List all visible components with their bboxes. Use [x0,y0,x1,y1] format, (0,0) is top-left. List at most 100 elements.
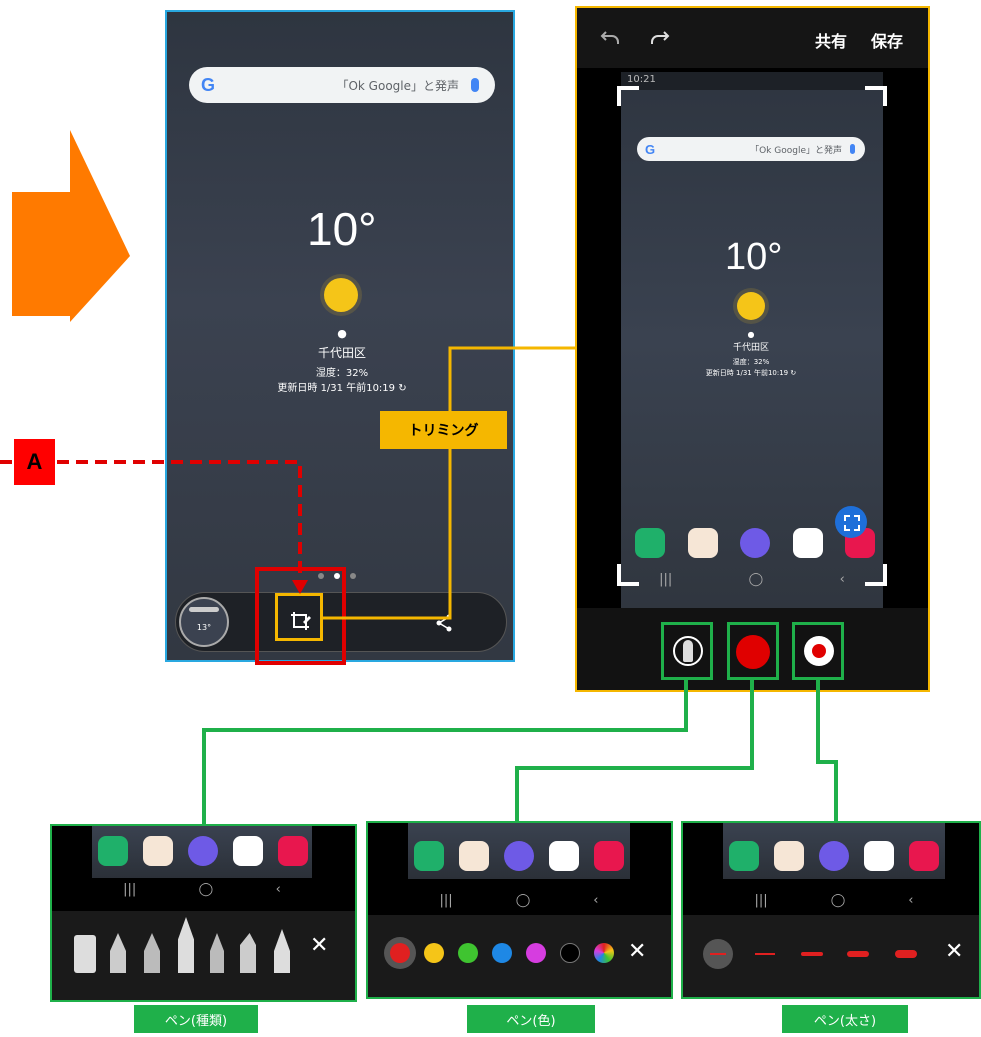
humidity: 湿度：32% [315,368,369,379]
pen-size-tool[interactable] [792,622,844,680]
location: 千代田区 [317,346,366,360]
color-palette-icon[interactable] [594,943,614,963]
play-store-icon [864,841,894,871]
green-connector-pen-color [515,680,754,822]
share-icon[interactable] [434,613,454,633]
trimming-label: トリミング [380,411,507,449]
internet-app-icon [819,841,849,871]
play-store-icon [233,836,263,866]
marker-icon[interactable] [240,933,256,973]
pen-size-panel-nav: ||| ◯ ‹ [723,893,945,908]
redo-icon[interactable] [647,26,671,50]
temperature: 10° [307,203,377,255]
share-button[interactable]: 共有 [815,28,847,52]
callout-a-label: A [14,439,55,485]
color-black[interactable] [560,943,580,963]
location-pin-icon: ● [337,327,347,340]
size-s[interactable] [755,953,775,955]
recent-apps-icon: ||| [123,882,137,897]
size-xl[interactable] [895,950,917,958]
green-connector-pen-size [816,680,838,822]
screenshot-thumbnail[interactable]: 13° [179,597,229,647]
au-mail-app-icon [143,836,173,866]
brush-pen-icon[interactable] [178,917,194,973]
pen-size-icon [804,636,834,666]
updated-time: 更新日時 1/31 午前10:19 ↻ [277,383,407,394]
size-m[interactable] [801,952,823,956]
close-icon[interactable]: ✕ [628,939,646,964]
color-blue[interactable] [492,943,512,963]
screenshot-editor: 共有 保存 10:21 G 「Ok Google」と発声 10° ● 千代田区 … [575,6,930,692]
pen-size-panel-preview [723,823,945,879]
recent-apps-icon: ||| [439,893,453,908]
color-purple[interactable] [526,943,546,963]
orange-arrow-shape [12,130,130,322]
color-yellow[interactable] [424,943,444,963]
pencil-icon[interactable] [210,933,224,973]
close-icon[interactable]: ✕ [310,933,328,958]
phone-app-icon [98,836,128,866]
pen-size-dot [812,644,826,658]
search-hint: 「Ok Google」と発声 [336,78,459,93]
sun-icon [324,278,358,312]
save-button[interactable]: 保存 [871,28,903,52]
color-red[interactable] [390,943,410,963]
close-icon[interactable]: ✕ [945,939,963,964]
pen-type-panel-nav: ||| ◯ ‹ [92,882,312,897]
thumbnail-temperature: 13° [196,623,212,632]
pen-size-panel-apps [729,841,939,871]
recent-apps-icon: ||| [754,893,768,908]
pen-color-options: ✕ [368,915,671,997]
google-search-bar[interactable]: G 「Ok Google」と発声 [189,67,495,103]
pen-type-panel: ||| ◯ ‹ ✕ [50,824,357,1002]
color-green[interactable] [458,943,478,963]
home-icon: ◯ [198,882,214,897]
back-icon: ‹ [908,893,914,908]
editor-tools-bar [577,608,928,690]
pen-nib-glyph [683,640,693,662]
status-time: 10:21 [627,74,656,85]
pen-type-caption: ペン(種類) [134,1005,258,1033]
highlighter-icon[interactable] [274,929,290,973]
internet-app-icon [188,836,218,866]
back-icon: ‹ [275,882,281,897]
pen-type-options: ✕ [52,911,355,1000]
pen-color-tool[interactable] [727,622,779,680]
size-l[interactable] [847,951,869,957]
green-connector-pen-type [202,680,688,826]
undo-icon[interactable] [599,26,623,50]
internet-app-icon [504,841,534,871]
size-xs[interactable] [710,953,726,955]
pen-color-panel-preview [408,823,630,879]
pen-nib-icon [673,636,703,666]
camera-app-icon [278,836,308,866]
selected-size-ring [703,939,733,969]
camera-app-icon [909,841,939,871]
pen-color-panel: ||| ◯ ‹ ✕ [366,821,673,999]
editor-header: 共有 保存 [577,8,928,68]
camera-app-icon [594,841,624,871]
au-mail-app-icon [459,841,489,871]
crop-highlight-yellow [275,593,323,641]
pen-color-panel-nav: ||| ◯ ‹ [408,893,630,908]
pen-size-panel: ||| ◯ ‹ ✕ [681,821,981,999]
pen-size-caption: ペン(太さ) [782,1005,908,1033]
google-g-icon: G [201,74,216,95]
calligraphy-pen-icon[interactable] [144,933,160,973]
home-icon: ◯ [830,893,846,908]
au-mail-app-icon [774,841,804,871]
eraser-icon[interactable] [74,935,96,973]
crop-frame[interactable] [617,86,887,586]
pen-type-panel-preview [92,826,312,878]
home-icon: ◯ [515,893,531,908]
pen-type-tool[interactable] [661,622,713,680]
mic-icon[interactable] [471,78,479,92]
phone-app-icon [414,841,444,871]
fountain-pen-icon[interactable] [110,933,126,973]
pen-color-panel-apps [414,841,624,871]
red-color-swatch [736,635,770,669]
pen-size-options: ✕ [683,915,979,997]
pen-type-panel-apps [98,836,308,866]
back-icon: ‹ [593,893,599,908]
home-screen-phone: G 「Ok Google」と発声 10° ● 千代田区 湿度：32% 更新日時 … [165,10,515,662]
